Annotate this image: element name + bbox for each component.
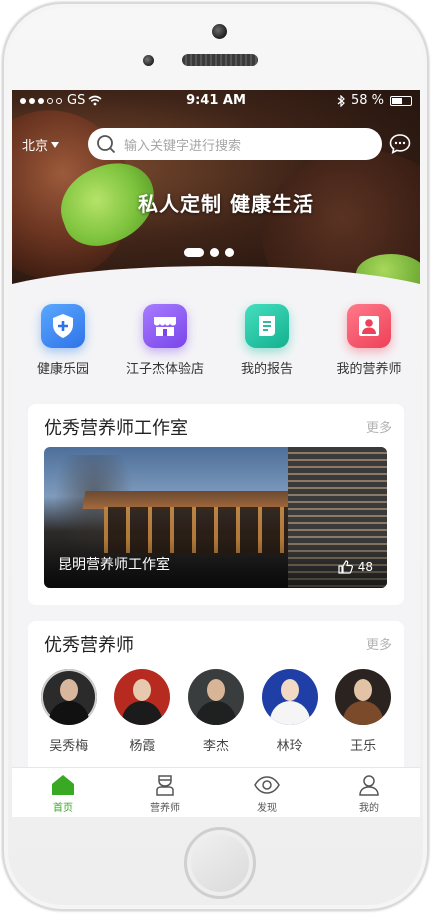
front-camera (212, 24, 227, 39)
studios-card: 优秀营养师工作室 更多 昆明营养师工作室 48 (28, 404, 404, 605)
search-input[interactable]: 输入关键字进行搜索 (88, 128, 382, 160)
pager-dot[interactable] (210, 248, 219, 257)
tab-label: 营养师 (150, 803, 180, 814)
tab-label: 发现 (257, 803, 277, 814)
proximity-sensor (143, 55, 154, 66)
battery-icon (390, 95, 412, 106)
user-icon (359, 775, 379, 796)
quick-entry-health-park[interactable]: 健康乐园 (12, 304, 114, 377)
status-bar: GS 9:41 AM 58 % (12, 90, 420, 112)
tab-home[interactable]: 首页 (12, 768, 114, 817)
nutritionist-icon (156, 775, 174, 796)
store-icon (143, 304, 187, 348)
nutritionist-name: 杨霞 (129, 739, 156, 754)
avatar (187, 669, 244, 725)
city-selector[interactable]: 北京 (22, 135, 60, 154)
caret-down-icon (51, 141, 60, 148)
section-title: 优秀营养师工作室 (44, 418, 188, 439)
hero-banner[interactable]: GS 9:41 AM 58 % 北京 输入关键字进行搜索 私人定制 健康生活 (12, 90, 420, 286)
banner-pager[interactable] (184, 248, 234, 257)
nutritionist-name: 林玲 (276, 739, 303, 754)
tab-label: 首页 (53, 803, 73, 814)
person-icon (347, 304, 391, 348)
pager-dot-active[interactable] (184, 248, 204, 257)
search-icon (97, 135, 116, 154)
quick-entry-my-nutritionist[interactable]: 我的营养师 (318, 304, 420, 377)
studio-card[interactable]: 昆明营养师工作室 48 (44, 447, 387, 588)
search-placeholder: 输入关键字进行搜索 (124, 138, 242, 154)
nutritionist-item[interactable]: 吴秀梅 (34, 669, 104, 754)
report-icon (245, 304, 289, 348)
nutritionist-item[interactable]: 李杰 (181, 669, 251, 754)
nutritionist-name: 吴秀梅 (49, 739, 89, 754)
earpiece-speaker (182, 54, 258, 66)
like-button[interactable]: 48 (338, 560, 373, 574)
home-icon (52, 775, 74, 795)
avatar (261, 669, 318, 725)
quick-entry-experience-store[interactable]: 江子杰体验店 (114, 304, 216, 377)
tab-label: 我的 (359, 803, 379, 814)
avatar (335, 669, 392, 725)
eye-icon (254, 776, 280, 794)
more-link[interactable]: 更多 (366, 417, 392, 436)
city-label: 北京 (22, 139, 49, 154)
more-link[interactable]: 更多 (366, 634, 392, 653)
search-row: 北京 输入关键字进行搜索 (22, 128, 412, 160)
nutritionist-name: 李杰 (202, 739, 229, 754)
quick-entry-grid: 健康乐园 江子杰体验店 我的报告 我的营养师 (12, 304, 420, 377)
home-button[interactable] (184, 827, 256, 899)
banner-slogan: 私人定制 健康生活 (138, 192, 314, 216)
quick-entry-label: 江子杰体验店 (125, 362, 204, 377)
section-title: 优秀营养师 (44, 635, 134, 656)
nutritionist-name: 王乐 (350, 739, 377, 754)
shield-plus-icon (41, 304, 85, 348)
nutritionist-list: 吴秀梅 杨霞 李杰 林玲 王乐 (28, 669, 404, 754)
tab-mine[interactable]: 我的 (318, 768, 420, 817)
nutritionist-item[interactable]: 王乐 (328, 669, 398, 754)
like-count: 48 (357, 560, 373, 574)
battery-percent: 58 % (350, 93, 384, 108)
tab-nutritionist[interactable]: 营养师 (114, 768, 216, 817)
quick-entry-label: 我的营养师 (336, 362, 402, 377)
avatar (114, 669, 171, 725)
thumbs-up-icon (338, 560, 353, 574)
bluetooth-icon (337, 94, 345, 107)
pager-dot[interactable] (225, 248, 234, 257)
app-screen: GS 9:41 AM 58 % 北京 输入关键字进行搜索 私人定制 健康生活 健… (12, 90, 420, 817)
nutritionist-item[interactable]: 林玲 (255, 669, 325, 754)
quick-entry-my-report[interactable]: 我的报告 (216, 304, 318, 377)
status-right: 58 % (337, 93, 412, 108)
quick-entry-label: 健康乐园 (36, 362, 89, 377)
studio-name: 昆明营养师工作室 (58, 557, 170, 573)
bottom-tab-bar: 首页 营养师 发现 我的 (12, 767, 420, 817)
tab-discover[interactable]: 发现 (216, 768, 318, 817)
message-icon[interactable] (388, 132, 412, 156)
quick-entry-label: 我的报告 (240, 362, 293, 377)
nutritionist-item[interactable]: 杨霞 (107, 669, 177, 754)
avatar (40, 669, 97, 725)
